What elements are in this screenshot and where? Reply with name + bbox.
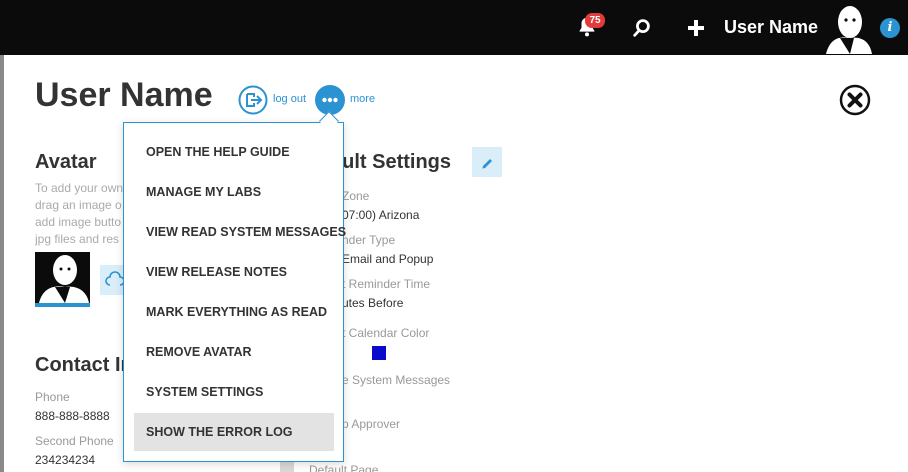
- timezone-label: Zone: [342, 189, 370, 203]
- pencil-icon: [482, 159, 492, 169]
- avatar-description: To add your own drag an image o add imag…: [35, 180, 130, 248]
- avatar-desc-line: drag an image o: [35, 198, 122, 212]
- search-icon[interactable]: [631, 17, 653, 39]
- top-bar: 75 User Name i: [0, 0, 908, 55]
- contact-section-title: Contact In: [35, 354, 133, 376]
- menu-item-error-log[interactable]: SHOW THE ERROR LOG: [134, 413, 334, 451]
- calendar-color-swatch[interactable]: [372, 346, 386, 360]
- reminder-type-value: Email and Popup: [342, 252, 434, 266]
- system-messages-label: e System Messages: [342, 373, 451, 387]
- reminder-time-label: t Reminder Time: [342, 277, 431, 291]
- menu-item-help-guide[interactable]: OPEN THE HELP GUIDE: [134, 133, 334, 171]
- second-phone-value: 234234234: [35, 453, 96, 467]
- menu-item-manage-labs[interactable]: MANAGE MY LABS: [134, 173, 334, 211]
- info-icon[interactable]: i: [880, 18, 900, 38]
- reminder-time-value: utes Before: [342, 296, 404, 310]
- notification-badge: 75: [585, 13, 605, 28]
- calendar-color-label: t Calendar Color: [342, 326, 430, 340]
- menu-item-system-settings[interactable]: SYSTEM SETTINGS: [134, 373, 334, 411]
- settings-section-title: ault Settings: [331, 151, 452, 173]
- menu-item-remove-avatar[interactable]: REMOVE AVATAR: [134, 333, 334, 371]
- second-phone-label: Second Phone: [35, 434, 114, 448]
- background-page-edge: [0, 55, 4, 472]
- avatar[interactable]: [820, 2, 874, 54]
- approver-label: p Approver: [342, 417, 401, 431]
- phone-value: 888-888-8888: [35, 409, 110, 423]
- avatar-desc-line: jpg files and res: [35, 232, 120, 246]
- avatar-desc-line: add image butto: [35, 215, 122, 229]
- close-icon[interactable]: [839, 84, 871, 116]
- menu-item-mark-read[interactable]: MARK EVERYTHING AS READ: [134, 293, 334, 331]
- plus-icon[interactable]: [686, 18, 706, 38]
- user-name-link[interactable]: User Name: [724, 17, 818, 38]
- default-page-label: Default Page: [309, 463, 379, 472]
- menu-item-release-notes[interactable]: VIEW RELEASE NOTES: [134, 253, 334, 291]
- avatar-section-title: Avatar: [35, 151, 97, 173]
- logout-link[interactable]: log out: [273, 93, 306, 105]
- reminder-type-label: nder Type: [342, 233, 396, 247]
- edit-settings-button[interactable]: [472, 147, 502, 177]
- more-menu: OPEN THE HELP GUIDE MANAGE MY LABS VIEW …: [123, 122, 346, 462]
- menu-item-read-messages[interactable]: VIEW READ SYSTEM MESSAGES: [134, 213, 346, 251]
- more-icon[interactable]: [315, 85, 345, 115]
- page-title: User Name: [35, 76, 213, 114]
- timezone-value: 07:00) Arizona: [342, 208, 420, 222]
- logout-icon[interactable]: [238, 85, 268, 115]
- phone-label: Phone: [35, 390, 70, 404]
- more-link[interactable]: more: [350, 93, 375, 105]
- avatar-image[interactable]: [35, 252, 90, 307]
- avatar-desc-line: To add your own: [35, 181, 124, 195]
